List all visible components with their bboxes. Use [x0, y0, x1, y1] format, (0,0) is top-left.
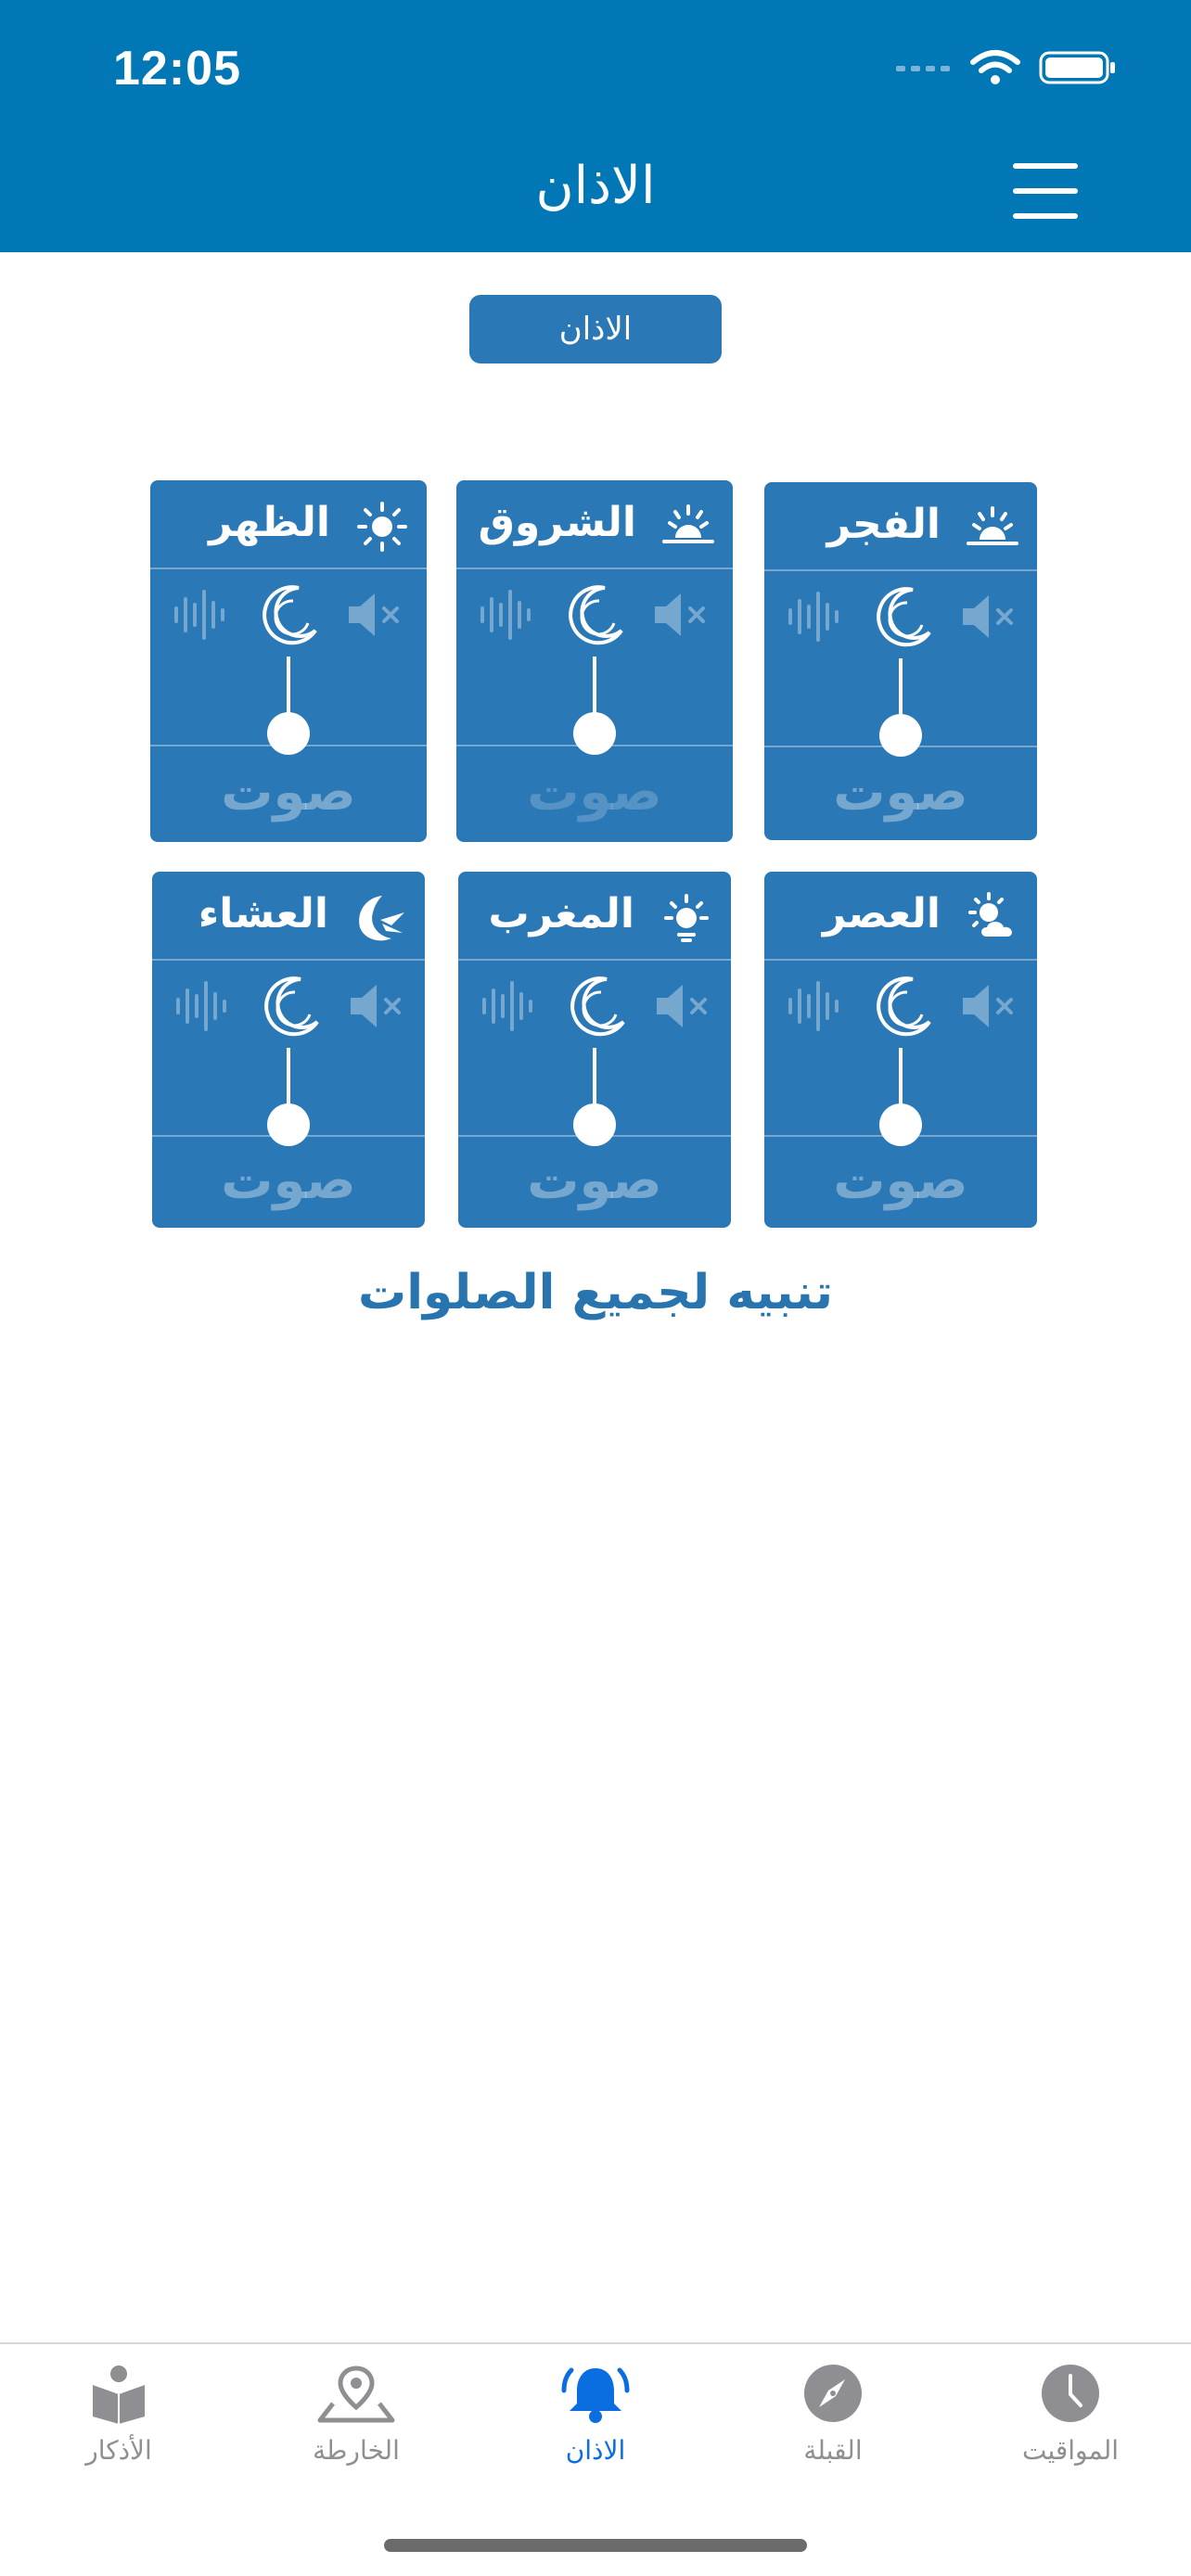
card-header: الفجر [764, 482, 1037, 571]
card-header: الشروق [456, 480, 733, 569]
prayer-card-shuruq[interactable]: الشروق صوت [456, 480, 733, 842]
sunset-icon [664, 894, 709, 942]
prayer-card-dhuhr[interactable]: الظهر صوت [150, 480, 427, 842]
prayer-name: الشروق [478, 499, 636, 546]
prayer-name: العشاء [198, 890, 328, 937]
mode-row [150, 569, 427, 658]
crescent-moon-icon[interactable] [566, 974, 631, 1039]
sound-label: صوت [150, 745, 427, 842]
mode-row [152, 961, 425, 1050]
card-header: المغرب [458, 872, 731, 961]
sound-label: صوت [152, 1135, 425, 1228]
prayer-name: المغرب [488, 890, 634, 937]
tab-label: الاذان [565, 2435, 626, 2466]
mode-row [456, 569, 733, 658]
sound-wave-icon[interactable] [783, 974, 848, 1039]
tab-times[interactable]: المواقيت [978, 2363, 1163, 2466]
quran-book-icon [93, 2366, 145, 2424]
card-header: العشاء [152, 872, 425, 961]
sunrise-icon [662, 504, 714, 543]
tab-label: الأذكار [85, 2435, 152, 2466]
crescent-moon-icon[interactable] [564, 582, 629, 647]
sound-label: صوت [764, 746, 1037, 840]
mute-icon[interactable] [647, 582, 712, 647]
menu-icon-line [1013, 188, 1078, 194]
crescent-moon-icon[interactable] [872, 584, 937, 649]
crescent-night-icon [359, 896, 404, 941]
mode-row [764, 571, 1037, 660]
sound-wave-icon[interactable] [783, 584, 848, 649]
sound-label: صوت [456, 745, 733, 842]
tab-label: المواقيت [1021, 2435, 1120, 2466]
card-header: العصر [764, 872, 1037, 961]
card-header: الظهر [150, 480, 427, 569]
compass-icon [804, 2365, 862, 2422]
menu-icon-line [1013, 163, 1078, 169]
menu-icon-line [1013, 213, 1078, 219]
prayer-name: الفجر [826, 501, 941, 548]
sound-wave-icon[interactable] [475, 582, 540, 647]
home-indicator[interactable] [384, 2539, 807, 2552]
signal-icon [896, 66, 950, 71]
mute-icon[interactable] [955, 584, 1020, 649]
prayer-card-asr[interactable]: العصر صوت [764, 872, 1037, 1228]
wifi-icon [970, 50, 1020, 84]
mute-icon[interactable] [343, 974, 408, 1039]
status-time: 12:05 [113, 42, 241, 96]
tab-qibla[interactable]: القبلة [740, 2363, 926, 2466]
prayer-card-fajr[interactable]: الفجر صوت [764, 482, 1037, 840]
clock-icon [1042, 2365, 1099, 2422]
sound-wave-icon[interactable] [477, 974, 542, 1039]
menu-button[interactable] [1013, 163, 1078, 219]
mute-icon[interactable] [341, 582, 406, 647]
crescent-moon-icon[interactable] [260, 974, 325, 1039]
map-pin-icon [317, 2366, 395, 2423]
sound-label: صوت [458, 1135, 731, 1228]
mute-icon[interactable] [955, 974, 1020, 1039]
status-icons [896, 45, 1117, 91]
prayer-card-isha[interactable]: العشاء صوت [152, 872, 425, 1228]
crescent-moon-icon[interactable] [258, 582, 323, 647]
header-bar: 12:05 الاذان [0, 0, 1191, 252]
prayer-card-maghrib[interactable]: المغرب صوت [458, 872, 731, 1228]
mode-row [458, 961, 731, 1050]
segment-azan-button[interactable]: الاذان [469, 295, 722, 363]
tab-adhkar[interactable]: الأذكار [26, 2363, 211, 2466]
tab-azan[interactable]: الاذان [503, 2363, 688, 2466]
alert-all-prayers-button[interactable]: تنبيه لجميع الصلوات [0, 1265, 1191, 1320]
mode-row [764, 961, 1037, 1050]
battery-icon [1039, 51, 1115, 84]
sunrise-icon [967, 506, 1018, 545]
prayer-name: العصر [822, 890, 941, 937]
tab-map[interactable]: الخارطة [263, 2363, 449, 2466]
sound-wave-icon[interactable] [171, 974, 236, 1039]
sun-cloud-icon [968, 892, 1012, 937]
sound-label: صوت [764, 1135, 1037, 1228]
tab-label: الخارطة [313, 2435, 400, 2466]
sun-icon [357, 502, 407, 552]
tab-label: القبلة [803, 2435, 863, 2466]
mute-icon[interactable] [649, 974, 714, 1039]
prayer-name: الظهر [209, 499, 330, 546]
crescent-moon-icon[interactable] [872, 974, 937, 1039]
sound-wave-icon[interactable] [169, 582, 234, 647]
bell-icon [561, 2367, 630, 2423]
